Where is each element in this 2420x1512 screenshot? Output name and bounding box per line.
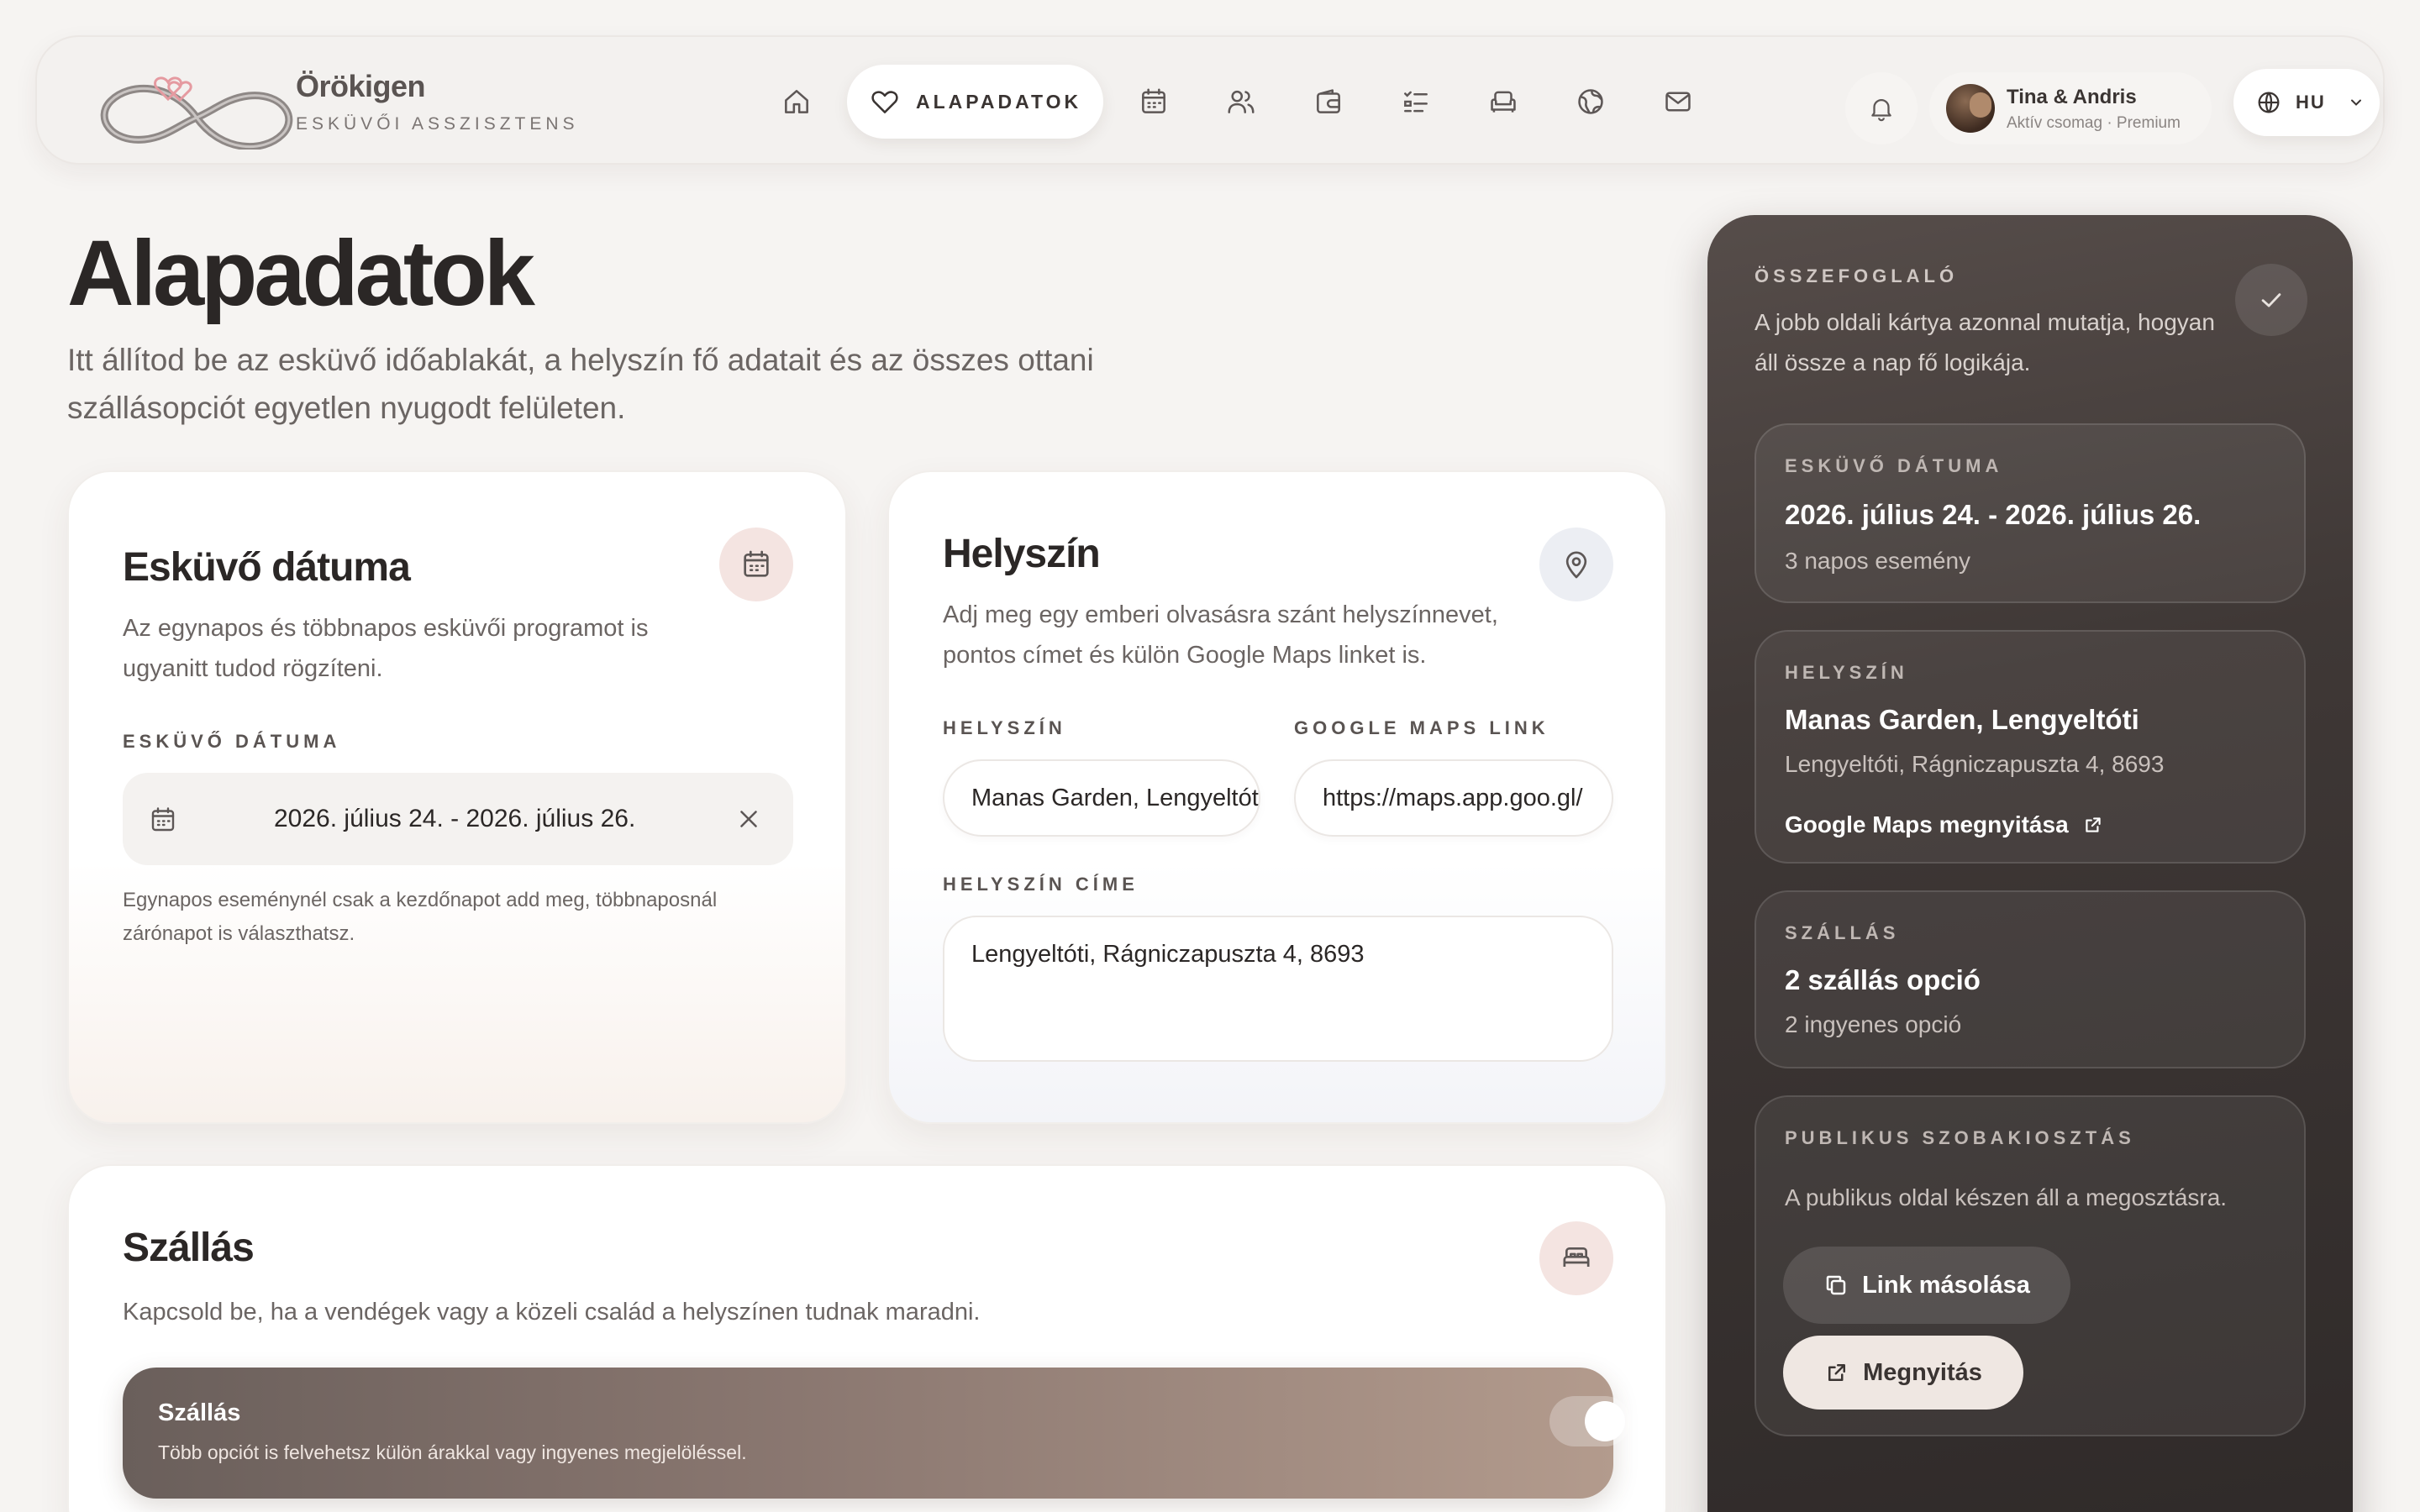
card-description: Az egynapos és többnapos esküvői program… — [123, 615, 649, 682]
summary-date-label: ESKÜVŐ DÁTUMA — [1785, 455, 2003, 476]
copy-link-label: Link másolása — [1862, 1271, 2030, 1299]
nav-messages[interactable] — [1634, 65, 1722, 139]
location-badge — [1539, 528, 1613, 601]
check-icon — [2261, 293, 2281, 307]
card-title: Szállás — [123, 1226, 255, 1270]
users-icon — [1228, 90, 1255, 113]
calendar-badge — [719, 528, 793, 601]
clear-date-icon[interactable] — [734, 805, 763, 833]
language-code: HU — [2296, 92, 2326, 113]
location-card: Helyszín Adj meg egy emberi olvasásra sz… — [887, 470, 1667, 1124]
nav-alapadatok[interactable]: ALAPADATOK — [847, 65, 1104, 139]
accommodation-card: Szállás Kapcsold be, ha a vendégek vagy … — [67, 1164, 1667, 1512]
nav-home[interactable] — [753, 65, 840, 139]
summary-stay-label: SZÁLLÁS — [1785, 922, 1900, 943]
main-nav: ALAPADATOK — [753, 65, 1722, 139]
brand-name: Örökigen — [296, 69, 426, 103]
calendar-icon — [151, 807, 175, 832]
nav-tasks[interactable] — [1372, 65, 1460, 139]
page-title: Alapadatok — [67, 222, 535, 325]
calendar-icon — [1142, 88, 1166, 113]
globe-icon — [1578, 89, 1603, 114]
home-icon — [785, 90, 808, 113]
venue-input[interactable]: Manas Garden, Lengyeltóti — [943, 759, 1260, 837]
brand-subtitle: ESKÜVŐI ASSZISZTENS — [296, 114, 579, 134]
nav-calendar[interactable] — [1110, 65, 1197, 139]
avatar — [1946, 84, 1995, 133]
top-navigation-bar: Örökigen ESKÜVŐI ASSZISZTENS ALAPADATOK — [35, 35, 2385, 165]
copy-icon — [1826, 1275, 1846, 1295]
summary-stay-box: SZÁLLÁS 2 szállás opció 2 ingyenes opció — [1754, 890, 2306, 1068]
sofa-icon — [1491, 91, 1516, 113]
address-textarea[interactable]: Lengyeltóti, Rágniczapuszta 4, 8693 — [943, 916, 1613, 1062]
summary-venue-box: HELYSZÍN Manas Garden, Lengyeltóti Lengy… — [1754, 630, 2306, 864]
mail-icon — [1665, 92, 1691, 112]
nav-active-label: ALAPADATOK — [916, 90, 1082, 113]
summary-label: ÖSSZEFOGLALÓ — [1754, 265, 1959, 286]
checklist-icon — [1404, 91, 1428, 113]
open-public-page-button[interactable]: Megnyitás — [1783, 1336, 2023, 1410]
accommodation-toggle[interactable] — [1549, 1396, 1630, 1446]
field-label: ESKÜVŐ DÁTUMA — [123, 731, 341, 752]
summary-status — [2235, 264, 2307, 336]
summary-venue-label: HELYSZÍN — [1785, 662, 1908, 683]
summary-venue-address: Lengyeltóti, Rágniczapuszta 4, 8693 — [1785, 751, 2165, 777]
maps-link-label: GOOGLE MAPS LINK — [1294, 717, 1549, 738]
nav-seating[interactable] — [1460, 65, 1547, 139]
infinity-hearts-logo-icon[interactable] — [79, 66, 314, 150]
accommodation-toggle-text: Több opciót is felvehetsz külön árakkal … — [158, 1441, 747, 1463]
card-description: Adj meg egy emberi olvasásra szánt helys… — [943, 601, 1498, 669]
globe-icon — [2258, 92, 2280, 113]
summary-public-box: PUBLIKUS SZOBAKIOSZTÁS A publikus oldal … — [1754, 1095, 2306, 1436]
summary-date-sub: 3 napos esemény — [1785, 548, 1971, 574]
copy-link-button[interactable]: Link másolása — [1783, 1247, 2070, 1324]
card-title: Helyszín — [943, 532, 1101, 576]
summary-stay-value: 2 szállás opció — [1785, 964, 1981, 995]
date-hint: Egynapos eseménynél csak a kezdőnapot ad… — [123, 889, 718, 945]
nav-website[interactable] — [1547, 65, 1634, 139]
summary-venue-value: Manas Garden, Lengyeltóti — [1785, 704, 2139, 735]
external-link-icon — [2085, 817, 2101, 832]
page-description: Itt állítod be az esküvő időablakát, a h… — [67, 343, 1094, 425]
accommodation-toggle-title: Szállás — [158, 1399, 241, 1426]
open-google-maps-link[interactable]: Google Maps megnyitása — [1785, 811, 2104, 838]
user-plan: Aktív csomag · Premium — [2007, 114, 2181, 132]
maps-link-input[interactable]: https://maps.app.goo.gl/ — [1294, 759, 1613, 837]
summary-date-value: 2026. július 24. - 2026. július 26. — [1785, 499, 2202, 530]
open-google-maps-label: Google Maps megnyitása — [1785, 811, 2069, 837]
summary-date-box: ESKÜVŐ DÁTUMA 2026. július 24. - 2026. j… — [1754, 423, 2306, 603]
nav-budget[interactable] — [1285, 65, 1372, 139]
map-pin-icon — [1565, 551, 1587, 579]
summary-public-label: PUBLIKUS SZOBAKIOSZTÁS — [1785, 1127, 2135, 1148]
wedding-date-picker[interactable]: 2026. július 24. - 2026. július 26. — [123, 773, 793, 865]
card-title: Esküvő dátuma — [123, 545, 411, 590]
wallet-icon — [1317, 89, 1341, 113]
summary-panel: ÖSSZEFOGLALÓ A jobb oldali kártya azonna… — [1707, 215, 2353, 1512]
venue-label: HELYSZÍN — [943, 717, 1066, 738]
summary-description: A jobb oldali kártya azonnal mutatja, ho… — [1754, 309, 2215, 375]
heart-icon — [871, 91, 898, 113]
summary-public-text: A publikus oldal készen áll a megosztásr… — [1785, 1184, 2228, 1210]
card-description: Kapcsold be, ha a vendégek vagy a közeli… — [123, 1299, 981, 1326]
nav-guests[interactable] — [1197, 65, 1285, 139]
open-public-page-label: Megnyitás — [1863, 1358, 1982, 1386]
bell-icon — [1871, 99, 1891, 122]
date-range-value: 2026. július 24. - 2026. július 26. — [274, 805, 636, 832]
language-selector[interactable]: HU — [2233, 69, 2380, 136]
calendar-icon — [744, 550, 769, 577]
summary-stay-sub: 2 ingyenes opció — [1785, 1011, 1962, 1037]
address-label: HELYSZÍN CÍME — [943, 874, 1139, 895]
external-link-icon — [1828, 1364, 1846, 1381]
user-name: Tina & Andris — [2007, 86, 2137, 108]
bed-badge — [1539, 1221, 1613, 1295]
accommodation-toggle-row: Szállás Több opciót is felvehetsz külön … — [123, 1368, 1630, 1499]
notifications-button[interactable] — [1845, 72, 1918, 144]
chevron-down-icon — [2350, 99, 2361, 106]
wedding-date-card: Esküvő dátuma Az egynapos és többnapos e… — [67, 470, 847, 1124]
user-profile-chip[interactable]: Tina & Andris Aktív csomag · Premium — [1929, 72, 2212, 144]
bed-icon — [1563, 1247, 1590, 1267]
